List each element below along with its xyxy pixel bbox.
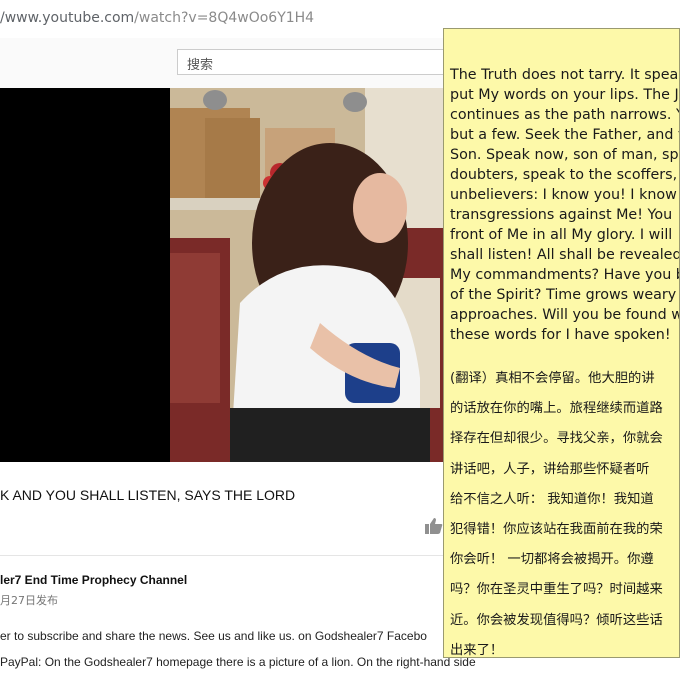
note-line: 你会听！ 一切都将会被揭开。你遵 bbox=[450, 552, 654, 568]
video-frame bbox=[170, 88, 445, 462]
video-frame-image bbox=[170, 88, 445, 462]
note-english-text: The Truth does not tarry. It spea put My… bbox=[450, 65, 680, 345]
like-button[interactable] bbox=[425, 518, 443, 539]
publish-date: 月27日发布 bbox=[0, 594, 58, 607]
note-line: 近。你会被发现值得吗？倾听这些话 bbox=[450, 612, 663, 628]
url-path: /watch?v=8Q4wOo6Y1H4 bbox=[134, 10, 315, 26]
url-host: /www.youtube.com bbox=[0, 10, 135, 26]
note-line: but a few. Seek the Father, and y bbox=[450, 127, 680, 143]
note-line: front of Me in all My glory. I will bbox=[450, 227, 673, 243]
search-input[interactable]: 搜索 bbox=[177, 49, 445, 75]
video-title: K AND YOU SHALL LISTEN, SAYS THE LORD bbox=[0, 487, 296, 503]
thumbs-up-icon bbox=[425, 518, 443, 534]
description-line: PayPal: On the Godshealer7 homepage ther… bbox=[0, 655, 476, 669]
note-line: 出来了！ bbox=[450, 642, 504, 658]
note-line: My commandments? Have you b bbox=[450, 267, 680, 283]
note-line: approaches. Will you be found w bbox=[450, 307, 680, 323]
note-line: 的话放在你的嘴上。旅程继续而道路 bbox=[450, 401, 663, 417]
note-chinese-text: (翻译）真相不会停留。他大胆的讲 的话放在你的嘴上。旅程继续而道路 择存在但却很… bbox=[450, 364, 679, 658]
note-line: shall listen! All shall be revealed bbox=[450, 247, 680, 263]
note-line: these words for I have spoken! bbox=[450, 327, 671, 343]
url-text[interactable]: /www.youtube.com/watch?v=8Q4wOo6Y1H4 bbox=[0, 10, 314, 26]
search-placeholder: 搜索 bbox=[187, 58, 214, 73]
note-line: 犯得错！你应该站在我面前在我的荣 bbox=[450, 522, 663, 538]
note-line: (翻译）真相不会停留。他大胆的讲 bbox=[450, 371, 655, 386]
note-line: unbelievers: I know you! I know bbox=[450, 187, 677, 203]
section-divider bbox=[0, 555, 445, 556]
video-player[interactable] bbox=[0, 88, 445, 462]
sticky-note[interactable]: The Truth does not tarry. It spea put My… bbox=[443, 28, 680, 658]
note-line: Son. Speak now, son of man, spe bbox=[450, 147, 680, 163]
note-line: put My words on your lips. The J bbox=[450, 87, 679, 103]
note-line: doubters, speak to the scoffers, bbox=[450, 167, 678, 183]
note-line: 给不信之人听： 我知道你！我知道 bbox=[450, 491, 654, 507]
description-line: er to subscribe and share the news. See … bbox=[0, 629, 427, 643]
note-line: transgressions against Me! You bbox=[450, 207, 673, 223]
note-line: 择存在但却很少。寻找父亲，你就会 bbox=[450, 431, 663, 447]
note-line: of the Spirit? Time grows weary bbox=[450, 287, 677, 303]
note-line: 讲话吧，人子，讲给那些怀疑者听 bbox=[450, 461, 650, 477]
note-line: The Truth does not tarry. It spea bbox=[450, 67, 679, 83]
note-line: 吗？你在圣灵中重生了吗？时间越来 bbox=[450, 582, 663, 598]
channel-name[interactable]: ler7 End Time Prophecy Channel bbox=[0, 573, 187, 587]
note-line: continues as the path narrows. Y bbox=[450, 107, 680, 123]
